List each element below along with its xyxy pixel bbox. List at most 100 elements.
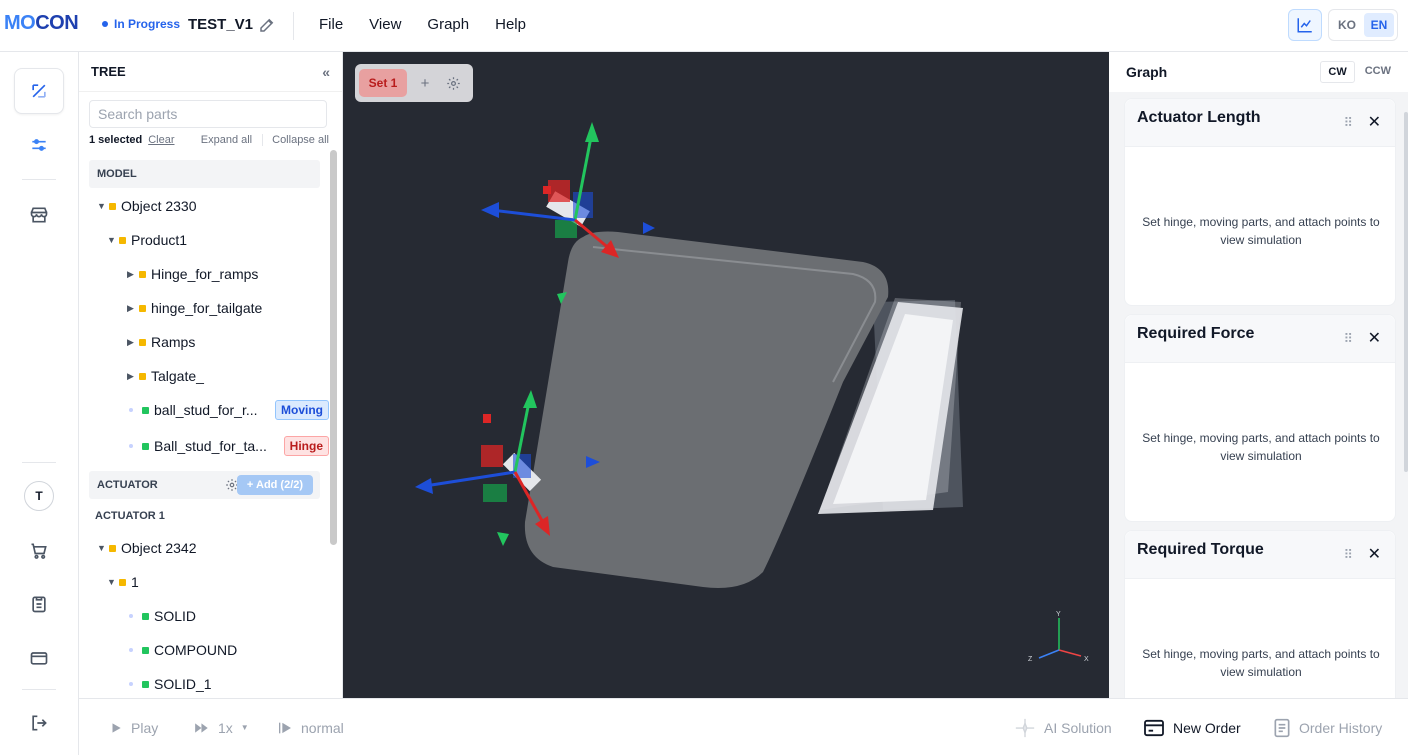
tree-item[interactable]: SOLID bbox=[129, 599, 196, 633]
caret-right-icon[interactable]: ▶ bbox=[127, 303, 139, 314]
rail-logout-button[interactable] bbox=[14, 700, 64, 746]
marker-green-bottom bbox=[497, 532, 509, 546]
leaf-bullet bbox=[129, 444, 133, 448]
caret-down-icon[interactable]: ▼ bbox=[97, 201, 109, 211]
part-icon bbox=[109, 202, 116, 210]
tree-item[interactable]: ball_stud_for_r... Moving bbox=[129, 393, 329, 427]
close-icon[interactable]: ✕ bbox=[1368, 328, 1381, 348]
tree-item[interactable]: COMPOUND bbox=[129, 633, 237, 667]
y-arrowhead-bottom bbox=[523, 390, 537, 408]
rail-payment-button[interactable] bbox=[14, 635, 64, 681]
ai-solution-label: AI Solution bbox=[1044, 719, 1112, 736]
tree-item[interactable]: ▶ hinge_for_tailgate bbox=[127, 291, 262, 325]
card-message: Set hinge, moving parts, and attach poin… bbox=[1142, 215, 1380, 247]
caret-down-icon[interactable]: ▼ bbox=[107, 235, 119, 245]
order-history-button[interactable]: Order History bbox=[1273, 699, 1382, 755]
tree-item[interactable]: ▶ Talgate_ bbox=[127, 359, 204, 393]
expand-all-button[interactable]: Expand all bbox=[201, 134, 252, 146]
search-input[interactable]: Search parts bbox=[89, 100, 327, 128]
graph-scrollbar[interactable] bbox=[1404, 112, 1408, 472]
menu-view[interactable]: View bbox=[356, 16, 414, 33]
drag-handle-icon[interactable]: ⠿ bbox=[1343, 115, 1353, 131]
sparkle-icon bbox=[1015, 718, 1035, 737]
mode-value: normal bbox=[301, 719, 344, 736]
rail-cart-button[interactable] bbox=[14, 528, 64, 574]
leaf-bullet bbox=[129, 614, 133, 618]
add-actuator-button[interactable]: + Add (2/2) bbox=[237, 475, 313, 495]
rail-settings-button[interactable] bbox=[14, 122, 64, 168]
tree-item[interactable]: ▶ Ramps bbox=[127, 325, 195, 359]
play-button[interactable]: Play bbox=[109, 699, 158, 755]
3d-viewport[interactable]: Y X Z Set 1 + bbox=[343, 52, 1109, 698]
tree-item[interactable]: ▼ Product1 bbox=[107, 223, 187, 257]
graph-title: Graph bbox=[1126, 64, 1168, 80]
solid-icon bbox=[142, 646, 149, 654]
caret-right-icon[interactable]: ▶ bbox=[127, 269, 139, 280]
card-title: Required Force bbox=[1137, 325, 1255, 342]
close-icon[interactable]: ✕ bbox=[1368, 544, 1381, 564]
part-icon bbox=[139, 270, 146, 278]
direction-ccw[interactable]: CCW bbox=[1358, 61, 1398, 83]
ai-solution-button[interactable]: AI Solution bbox=[1014, 699, 1112, 755]
tree-item[interactable]: SOLID_1 bbox=[129, 667, 212, 698]
menu-help[interactable]: Help bbox=[482, 16, 539, 33]
graph-card-actuator-length: Actuator Length ⠿ ✕ Set hinge, moving pa… bbox=[1124, 98, 1396, 306]
tree-item-label: Ball_stud_for_ta... bbox=[154, 438, 267, 454]
new-order-button[interactable]: New Order bbox=[1143, 699, 1241, 755]
x-axis-arrow-bottom bbox=[424, 470, 516, 488]
lang-en[interactable]: EN bbox=[1364, 13, 1394, 37]
caret-right-icon[interactable]: ▶ bbox=[127, 337, 139, 348]
gizmo-x-line bbox=[1058, 649, 1082, 657]
part-icon bbox=[109, 544, 116, 552]
mode-select[interactable]: normal bbox=[277, 699, 344, 755]
close-icon[interactable]: ✕ bbox=[1368, 112, 1381, 132]
clipboard-icon bbox=[32, 596, 46, 613]
rail-store-button[interactable] bbox=[14, 192, 64, 238]
tree-item-label: SOLID bbox=[154, 608, 197, 624]
tree-item-label: Object 2330 bbox=[121, 198, 197, 214]
tree-item[interactable]: ▼ Object 2342 bbox=[97, 531, 197, 565]
marker-red-top bbox=[543, 186, 551, 194]
set-toolbar: Set 1 + bbox=[355, 64, 473, 102]
rail-simulation-button[interactable] bbox=[14, 68, 64, 114]
tree-item-label: ball_stud_for_r... bbox=[154, 402, 258, 418]
new-order-label: New Order bbox=[1173, 719, 1241, 736]
gizmo-x-label: X bbox=[1084, 656, 1089, 663]
set-settings-button[interactable] bbox=[443, 73, 463, 93]
set-tab[interactable]: Set 1 bbox=[359, 69, 407, 97]
tree-title: TREE bbox=[91, 64, 126, 79]
tree-item[interactable]: Ball_stud_for_ta... Hinge bbox=[129, 429, 329, 463]
tree-item[interactable]: ▼ Object 2330 bbox=[97, 189, 197, 223]
pencil-icon[interactable] bbox=[258, 16, 276, 34]
drag-handle-icon[interactable]: ⠿ bbox=[1343, 547, 1353, 563]
caret-down-icon[interactable]: ▼ bbox=[107, 577, 119, 587]
menu-file[interactable]: File bbox=[306, 16, 356, 33]
clear-selection-link[interactable]: Clear bbox=[148, 134, 174, 146]
solid-icon bbox=[142, 680, 149, 688]
rail-orders-button[interactable] bbox=[14, 581, 64, 627]
tree-scrollbar[interactable] bbox=[330, 150, 337, 545]
graph-panel: Graph CW CCW Actuator Length ⠿ ✕ Set hin… bbox=[1109, 52, 1408, 698]
logo[interactable]: MOCON bbox=[4, 12, 79, 35]
caret-right-icon[interactable]: ▶ bbox=[127, 371, 139, 382]
tree-item-label: Object 2342 bbox=[121, 540, 197, 556]
hinge-badge[interactable]: Hinge bbox=[283, 436, 329, 456]
caret-down-icon[interactable]: ▼ bbox=[97, 543, 109, 553]
tree-item[interactable]: ▶ Hinge_for_ramps bbox=[127, 257, 258, 291]
leaf-bullet bbox=[129, 408, 133, 412]
menu-graph[interactable]: Graph bbox=[414, 16, 482, 33]
collapse-panel-icon[interactable]: « bbox=[322, 64, 330, 80]
solid-icon bbox=[142, 612, 149, 620]
user-avatar[interactable]: T bbox=[24, 481, 54, 511]
graph-toggle-button[interactable] bbox=[1288, 9, 1322, 41]
status-badge: In Progress bbox=[102, 17, 180, 31]
top-bar: MOCON In Progress TEST_V1 File View Grap… bbox=[0, 0, 1408, 52]
direction-cw[interactable]: CW bbox=[1320, 61, 1355, 83]
moving-badge[interactable]: Moving bbox=[275, 400, 329, 420]
add-set-button[interactable]: + bbox=[413, 75, 437, 92]
tree-item[interactable]: ▼ 1 bbox=[107, 565, 139, 599]
collapse-all-button[interactable]: Collapse all bbox=[262, 134, 329, 146]
lang-ko[interactable]: KO bbox=[1332, 13, 1362, 37]
drag-handle-icon[interactable]: ⠿ bbox=[1343, 331, 1353, 347]
speed-select[interactable]: 1x ▼ bbox=[194, 699, 249, 755]
